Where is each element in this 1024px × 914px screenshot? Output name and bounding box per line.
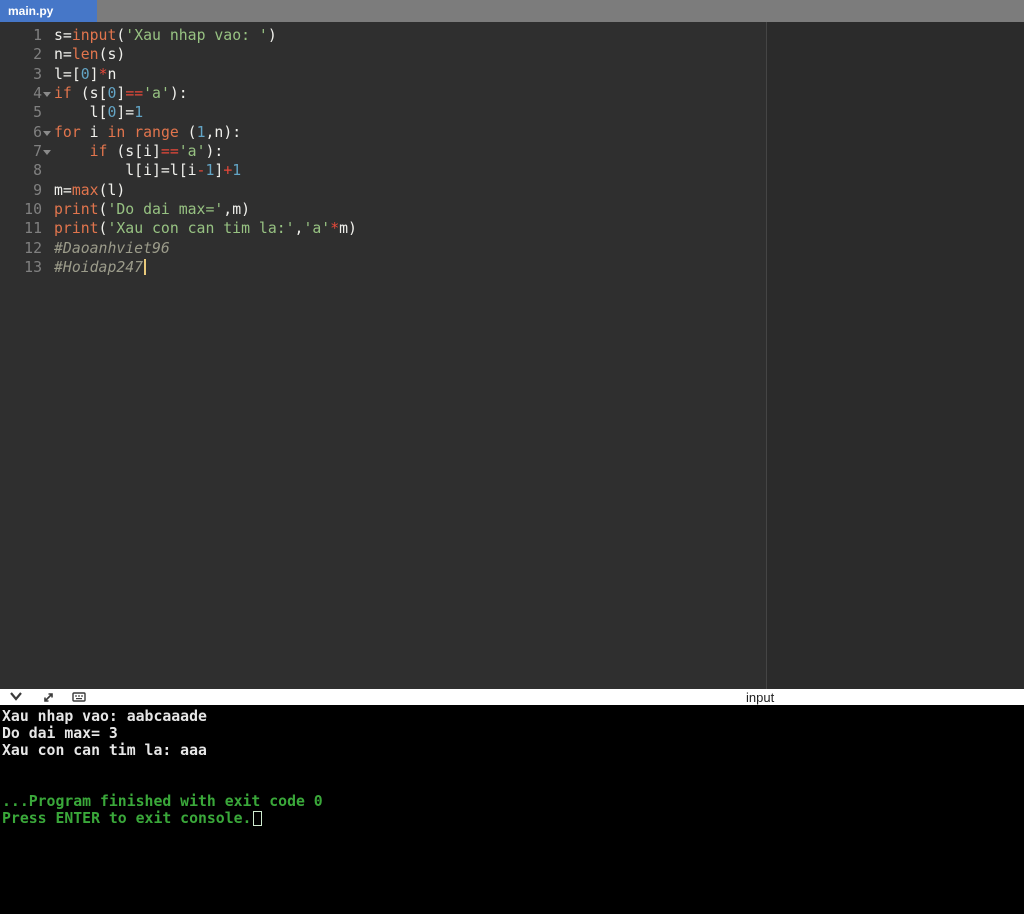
code-text: #Hoidap247 [54, 258, 146, 277]
line-number[interactable]: 3 [0, 65, 54, 84]
code-line[interactable]: 1s=input('Xau nhap vao: ') [0, 26, 1024, 45]
console-toolbar: input [0, 689, 1024, 705]
code-line[interactable]: 13#Hoidap247 [0, 258, 1024, 277]
code-line[interactable]: 2n=len(s) [0, 45, 1024, 64]
code-text: #Daoanhviet96 [54, 239, 170, 258]
line-number[interactable]: 5 [0, 103, 54, 122]
code-text: for i in range (1,n): [54, 123, 241, 142]
line-number[interactable]: 10 [0, 200, 54, 219]
line-number[interactable]: 7 [0, 142, 54, 161]
code-line[interactable]: 6for i in range (1,n): [0, 123, 1024, 142]
console-line: Xau nhap vao: aabcaaade [2, 708, 1024, 725]
tab-bar: main.py [0, 0, 1024, 22]
fold-icon[interactable] [43, 150, 51, 155]
code-text: n=len(s) [54, 45, 125, 64]
chevron-down-icon[interactable] [9, 691, 23, 702]
code-text: l[0]=1 [54, 103, 143, 122]
console-cursor [253, 811, 262, 826]
code-line[interactable]: 4if (s[0]=='a'): [0, 84, 1024, 103]
tab-label: main.py [8, 4, 53, 18]
code-text: m=max(l) [54, 181, 125, 200]
code-line[interactable]: 3l=[0]*n [0, 65, 1024, 84]
code-text: print('Do dai max=',m) [54, 200, 250, 219]
line-number[interactable]: 1 [0, 26, 54, 45]
editor-lines: 1s=input('Xau nhap vao: ')2n=len(s)3l=[0… [0, 22, 1024, 277]
console-output[interactable]: Xau nhap vao: aabcaaadeDo dai max= 3Xau … [0, 705, 1024, 914]
fold-icon[interactable] [43, 131, 51, 136]
code-text: if (s[i]=='a'): [54, 142, 223, 161]
console-line: Do dai max= 3 [2, 725, 1024, 742]
line-number[interactable]: 12 [0, 239, 54, 258]
code-line[interactable]: 5 l[0]=1 [0, 103, 1024, 122]
code-text: l=[0]*n [54, 65, 116, 84]
keyboard-icon[interactable] [72, 691, 86, 703]
code-line[interactable]: 12#Daoanhviet96 [0, 239, 1024, 258]
line-number[interactable]: 2 [0, 45, 54, 64]
line-number[interactable]: 9 [0, 181, 54, 200]
fold-icon[interactable] [43, 92, 51, 97]
code-line[interactable]: 7 if (s[i]=='a'): [0, 142, 1024, 161]
expand-icon[interactable] [42, 691, 55, 704]
line-number[interactable]: 4 [0, 84, 54, 103]
code-line[interactable]: 8 l[i]=l[i-1]+1 [0, 161, 1024, 180]
console-line [2, 759, 1024, 776]
console-line: Xau con can tim la: aaa [2, 742, 1024, 759]
line-number[interactable]: 6 [0, 123, 54, 142]
code-text: if (s[0]=='a'): [54, 84, 188, 103]
text-cursor [144, 259, 146, 275]
code-line[interactable]: 9m=max(l) [0, 181, 1024, 200]
code-text: l[i]=l[i-1]+1 [54, 161, 241, 180]
line-number[interactable]: 13 [0, 258, 54, 277]
code-line[interactable]: 11print('Xau con can tim la:','a'*m) [0, 219, 1024, 238]
ide-window: main.py 1s=input('Xau nhap vao: ')2n=len… [0, 0, 1024, 914]
line-number[interactable]: 8 [0, 161, 54, 180]
console-line [2, 776, 1024, 793]
code-text: print('Xau con can tim la:','a'*m) [54, 219, 357, 238]
code-line[interactable]: 10print('Do dai max=',m) [0, 200, 1024, 219]
tab-main-py[interactable]: main.py [0, 0, 97, 22]
code-text: s=input('Xau nhap vao: ') [54, 26, 277, 45]
code-editor[interactable]: 1s=input('Xau nhap vao: ')2n=len(s)3l=[0… [0, 22, 1024, 689]
line-number[interactable]: 11 [0, 219, 54, 238]
console-input-label: input [746, 690, 774, 705]
console-line: ...Program finished with exit code 0 [2, 793, 1024, 810]
console-line: Press ENTER to exit console. [2, 810, 1024, 827]
